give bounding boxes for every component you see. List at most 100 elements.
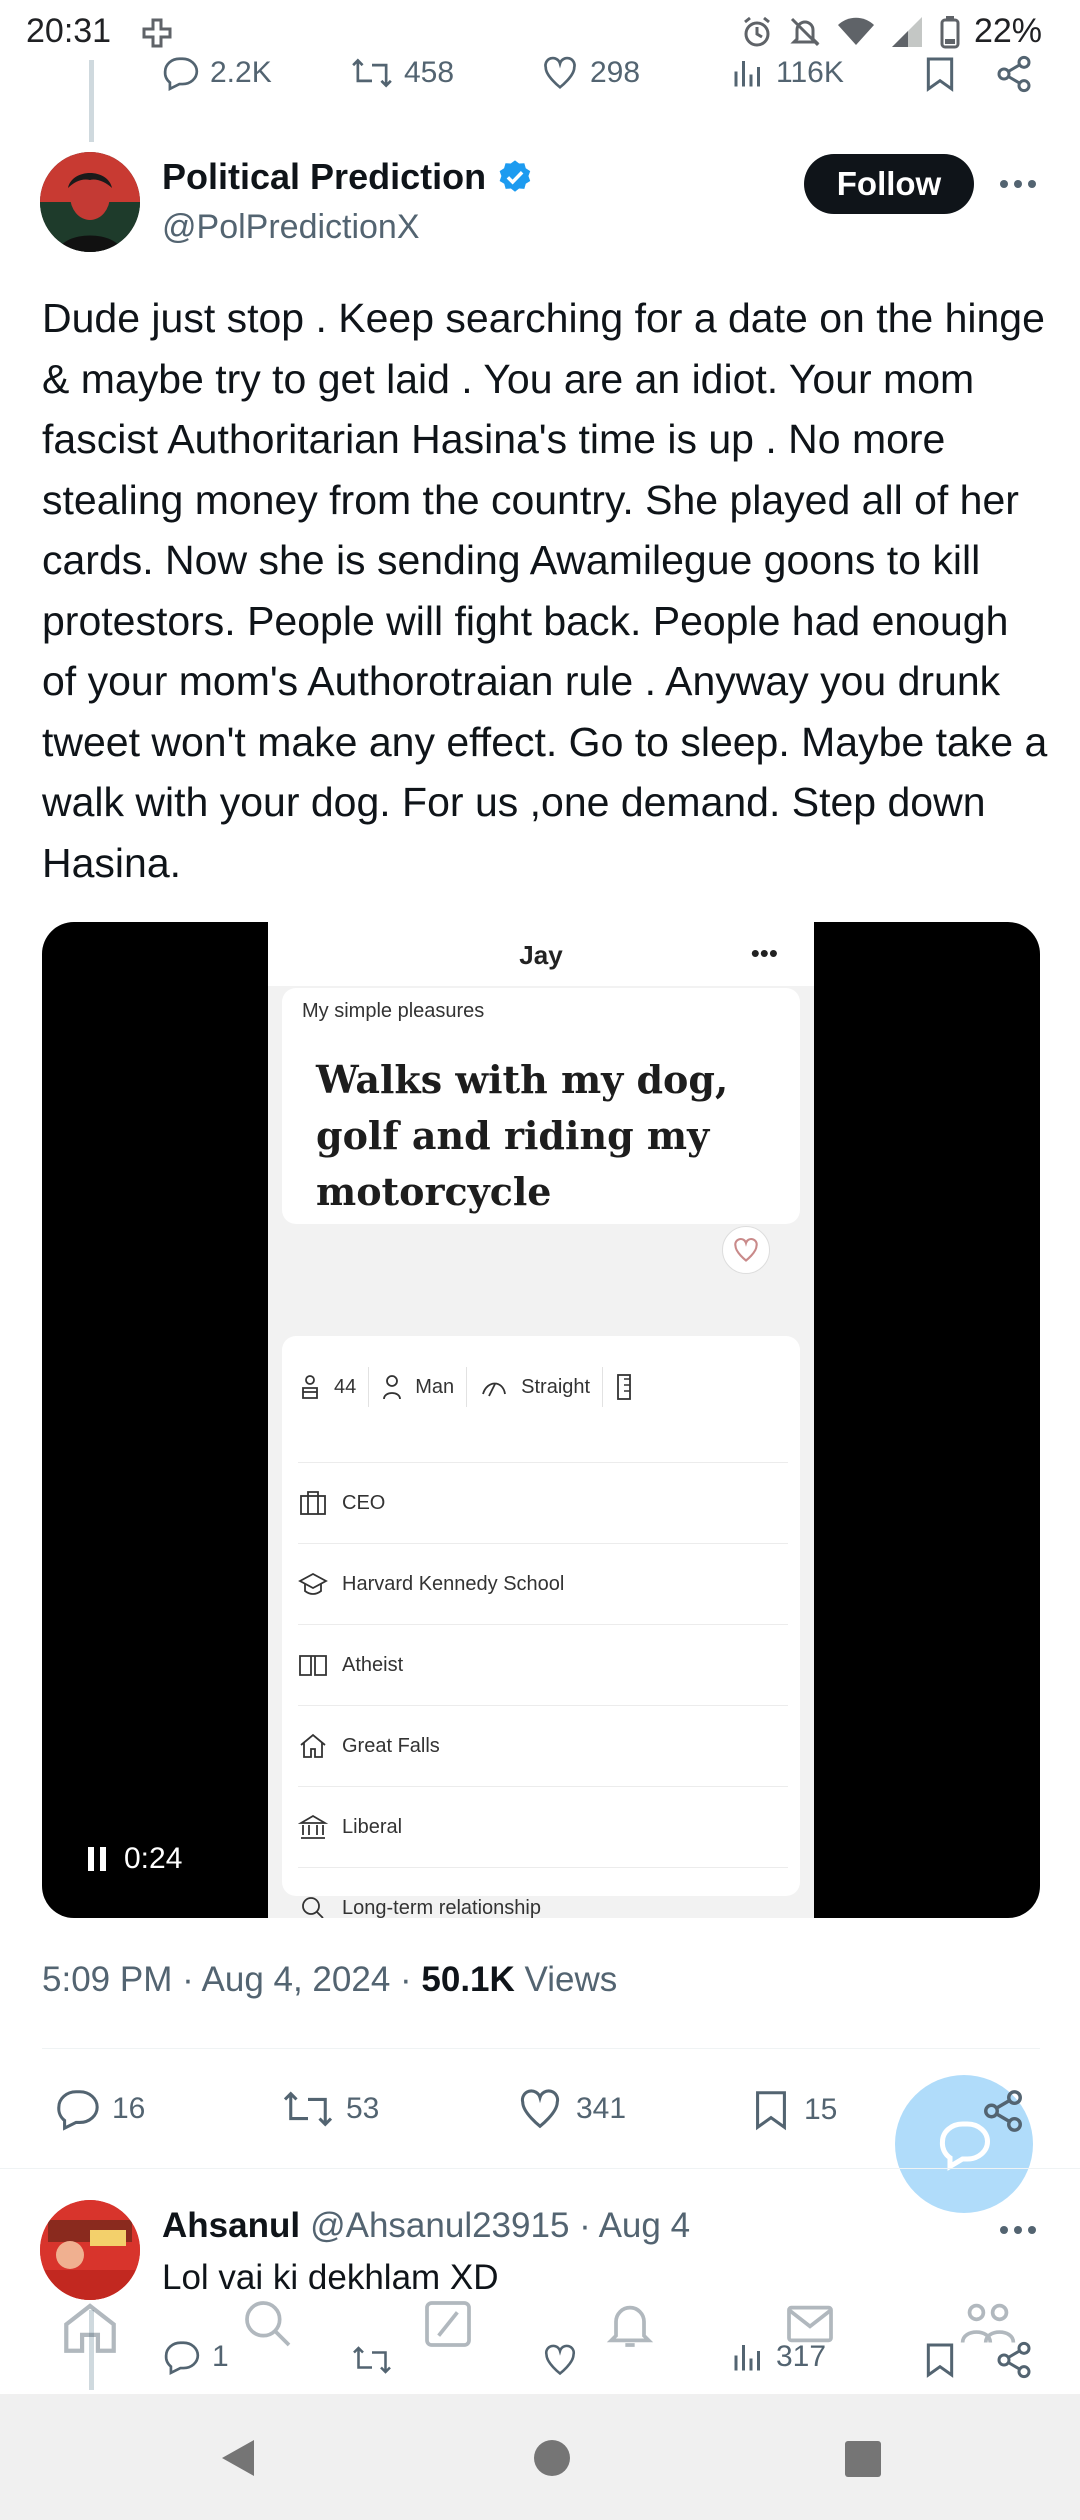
divider xyxy=(0,2168,1080,2169)
wifi-icon xyxy=(836,15,876,49)
info-row-school: Harvard Kennedy School xyxy=(298,1543,788,1624)
prev-views-button[interactable]: 116K xyxy=(730,54,844,92)
info-row-looking-for: Long-term relationship xyxy=(298,1867,788,1918)
battery-icon xyxy=(940,15,960,49)
reply-icon xyxy=(163,57,199,92)
height-icon xyxy=(615,1373,633,1401)
author-name[interactable]: Political Prediction xyxy=(162,156,486,198)
views-icon xyxy=(734,61,760,87)
reply-repost-button[interactable] xyxy=(350,2342,394,2378)
like-prompt-icon xyxy=(722,1226,770,1274)
prev-share-button[interactable] xyxy=(994,54,1034,94)
prev-bookmark-button[interactable] xyxy=(920,54,960,94)
prev-like-button[interactable]: 298 xyxy=(540,54,640,92)
more-options-icon[interactable] xyxy=(996,168,1040,200)
video-controls[interactable]: 0:24 xyxy=(86,1842,182,1876)
verified-badge-icon xyxy=(496,158,534,196)
status-icons: 22% xyxy=(740,12,1042,51)
search-icon xyxy=(302,1897,324,1918)
tweet-action-bar: 16 53 341 15 xyxy=(42,2080,1040,2140)
prompt-answer: Walks with my dog, golf and riding my mo… xyxy=(316,1057,729,1214)
views-count[interactable]: 50.1K xyxy=(421,1960,514,1999)
repost-icon xyxy=(352,58,392,88)
chip-age: 44 xyxy=(334,1375,357,1398)
share-icon xyxy=(997,55,1031,93)
share-button[interactable] xyxy=(980,2088,1026,2134)
info-row-politics: Liberal xyxy=(298,1786,788,1867)
video-time: 0:24 xyxy=(124,1842,183,1875)
nav-notifications-icon[interactable] xyxy=(602,2296,658,2352)
reply-header[interactable]: Ahsanul @Ahsanul23915 · Aug 4 xyxy=(162,2206,690,2246)
profile-more-icon: ••• xyxy=(750,938,778,968)
heart-icon xyxy=(544,56,576,89)
reply-icon xyxy=(164,2341,200,2376)
heart-icon xyxy=(544,2344,576,2376)
age-icon xyxy=(298,1374,322,1400)
signal-icon xyxy=(890,15,926,49)
health-icon xyxy=(140,16,174,50)
share-icon xyxy=(984,2090,1022,2132)
reply-bookmark-button[interactable] xyxy=(920,2340,960,2380)
video-frame: Jay ••• My simple pleasures Walks with m… xyxy=(268,922,814,1918)
info-row-hometown: Great Falls xyxy=(298,1705,788,1786)
alarm-icon xyxy=(740,15,774,49)
bookmark-icon xyxy=(926,2343,954,2378)
author-name-row[interactable]: Political Prediction xyxy=(162,156,534,198)
reply-icon xyxy=(57,2090,99,2131)
tweet-text: Dude just stop . Keep searching for a da… xyxy=(42,295,1048,886)
status-time: 20:31 xyxy=(26,12,112,50)
prev-repost-button[interactable]: 458 xyxy=(350,54,454,92)
views-icon xyxy=(734,2345,760,2371)
tweet-timestamp: 5:09 PM · Aug 4, 2024 · 50.1K Views xyxy=(42,1960,618,1999)
profile-header: Jay ••• xyxy=(268,922,814,986)
reply-reply-button[interactable]: 1 xyxy=(162,2338,229,2376)
bookmark-button[interactable]: 15 xyxy=(748,2086,837,2134)
tweet-video[interactable]: Jay ••• My simple pleasures Walks with m… xyxy=(42,922,1040,1918)
nav-home-icon[interactable] xyxy=(58,2298,122,2356)
bookmark-icon xyxy=(926,57,954,92)
prompt-label: My simple pleasures xyxy=(302,1000,485,1022)
orientation-icon xyxy=(479,1374,509,1400)
profile-name: Jay xyxy=(519,940,563,970)
bottom-navigation: 1 317 xyxy=(0,2290,1080,2400)
author-handle[interactable]: @PolPredictionX xyxy=(162,208,420,247)
battery-percent: 22% xyxy=(973,12,1042,50)
reply-like-button[interactable] xyxy=(540,2342,580,2378)
gender-icon xyxy=(381,1374,403,1400)
reply-button[interactable]: 16 xyxy=(54,2086,145,2132)
divider xyxy=(42,2048,1040,2049)
chip-gender: Man xyxy=(415,1375,455,1398)
back-icon[interactable] xyxy=(216,2436,258,2480)
nav-search-icon[interactable] xyxy=(240,2296,296,2352)
reply-author-avatar[interactable] xyxy=(40,2200,140,2300)
repost-icon xyxy=(353,2346,391,2374)
author-avatar[interactable] xyxy=(40,152,140,252)
profile-chips: 44 Man Straight xyxy=(298,1362,633,1412)
home-icon xyxy=(300,1733,326,1758)
reply-meta: @Ahsanul23915 · Aug 4 xyxy=(310,2206,691,2245)
nav-grok-icon[interactable] xyxy=(420,2296,476,2352)
mute-icon xyxy=(788,15,822,49)
like-button[interactable]: 341 xyxy=(514,2086,626,2132)
recents-icon[interactable] xyxy=(844,2440,882,2478)
prev-reply-button[interactable]: 2.2K xyxy=(162,54,272,92)
bookmark-icon xyxy=(756,2091,786,2131)
nav-communities-icon[interactable] xyxy=(958,2296,1018,2352)
heart-icon xyxy=(520,2089,560,2129)
system-navigation-bar xyxy=(0,2394,1080,2520)
follow-button[interactable]: Follow xyxy=(804,154,974,214)
reply-author-name[interactable]: Ahsanul xyxy=(162,2206,300,2246)
pause-icon[interactable] xyxy=(86,1845,108,1873)
home-button-icon[interactable] xyxy=(532,2438,572,2478)
book-icon xyxy=(299,1655,327,1676)
graduation-cap-icon xyxy=(298,1572,328,1595)
bank-icon xyxy=(298,1814,328,1839)
chip-orientation: Straight xyxy=(521,1375,591,1398)
reply-more-icon[interactable] xyxy=(996,2214,1040,2246)
repost-icon xyxy=(283,2091,333,2127)
repost-button[interactable]: 53 xyxy=(280,2086,379,2132)
info-row-job: CEO xyxy=(298,1462,788,1543)
info-row-religion: Atheist xyxy=(298,1624,788,1705)
nav-messages-icon[interactable] xyxy=(782,2296,838,2352)
prev-tweet-actions: 2.2K 458 298 116K xyxy=(0,54,1080,98)
